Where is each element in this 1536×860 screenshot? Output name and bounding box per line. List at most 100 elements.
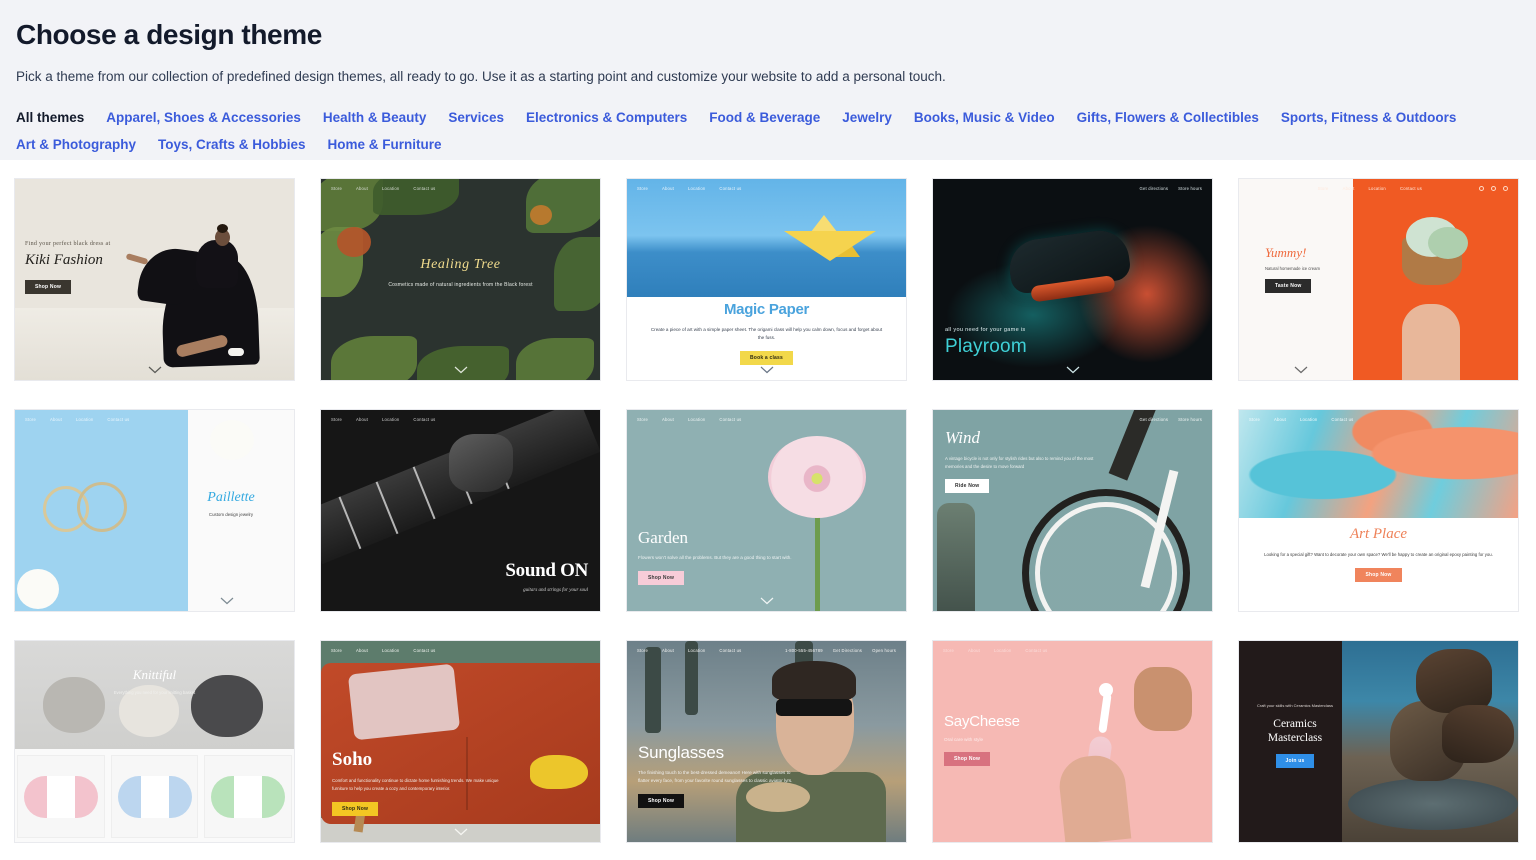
theme-card-wind[interactable]: Get directions Store hours Wind A vintag…: [932, 409, 1213, 612]
theme-copy: Yummy! Natural homemade ice cream Taste …: [1265, 245, 1357, 293]
theme-card-paillette[interactable]: Store About Location Contact us Paillett…: [14, 409, 295, 612]
theme-tagline: all you need for your game is: [945, 327, 1027, 333]
theme-name: SayCheese: [944, 713, 1084, 730]
theme-card-healing-tree[interactable]: Store About Location Contact us Healing …: [320, 178, 601, 381]
theme-card-knittiful[interactable]: Knittiful Everything you need for your k…: [14, 640, 295, 843]
pottery-wheel-shape: [1348, 778, 1518, 830]
theme-cta-button[interactable]: Shop Now: [332, 802, 378, 816]
nav-item-contact: Contact us: [413, 186, 435, 191]
nav-item-location: Location: [688, 648, 705, 653]
chevron-down-icon: [1066, 366, 1080, 374]
filter-food-beverage[interactable]: Food & Beverage: [709, 104, 820, 131]
theme-name: Playroom: [945, 336, 1027, 358]
filter-sports-fitness-outdoors[interactable]: Sports, Fitness & Outdoors: [1281, 104, 1457, 131]
nav-item-contact: Contact us: [413, 417, 435, 422]
theme-tagline: Cosmetics made of natural ingredients fr…: [321, 282, 600, 288]
theme-tagline: Oral care with style: [944, 737, 1084, 742]
theme-card-soho[interactable]: Store About Location Contact us Soho Com…: [320, 640, 601, 843]
earring-hoop-shape: [77, 482, 127, 532]
nav-item-store: Store: [943, 648, 954, 653]
foliage-shape: [417, 346, 509, 380]
filter-home-furniture[interactable]: Home & Furniture: [328, 131, 442, 158]
theme-copy: Healing Tree Cosmetics made of natural i…: [321, 257, 600, 288]
marble-art-background: [1239, 410, 1518, 518]
phone-icon: [1479, 186, 1484, 191]
nav-item-phone-number: 1-800-555-456789: [785, 648, 823, 653]
nav-item-contact: Contact us: [719, 186, 741, 191]
filter-books-music-video[interactable]: Books, Music & Video: [914, 104, 1055, 131]
theme-cta-button[interactable]: Join us: [1276, 754, 1315, 768]
theme-tagline: guitars and strings for your soul: [505, 588, 588, 593]
nav-item-contact: Contact us: [719, 648, 741, 653]
theme-name: Knittiful: [15, 667, 294, 683]
filter-art-photography[interactable]: Art & Photography: [16, 131, 136, 158]
nav-item-about: About: [662, 648, 674, 653]
product-tile[interactable]: [17, 755, 105, 838]
flower-stem-shape: [815, 515, 820, 611]
nav-item-store: Store: [1249, 417, 1260, 422]
theme-card-kiki-fashion[interactable]: Find your perfect black dress at Kiki Fa…: [14, 178, 295, 381]
product-tile[interactable]: [111, 755, 199, 838]
theme-card-magic-paper[interactable]: Store About Location Contact us Magic Pa…: [626, 178, 907, 381]
theme-card-yummy[interactable]: Store About Location Contact us Yummy! N…: [1238, 178, 1519, 381]
nav-item-location: Location: [76, 417, 93, 422]
theme-card-art-place[interactable]: Store About Location Contact us Art Plac…: [1238, 409, 1519, 612]
nav-item-location: Location: [688, 186, 705, 191]
theme-thumbnail: Store About Location Contact us Garden F…: [627, 410, 906, 611]
filter-all-themes[interactable]: All themes: [16, 104, 84, 131]
ice-cream-scoop-shape: [1428, 227, 1468, 259]
shoe-shape: [228, 348, 244, 356]
filter-toys-crafts-hobbies[interactable]: Toys, Crafts & Hobbies: [158, 131, 306, 158]
filter-services[interactable]: Services: [448, 104, 504, 131]
theme-cta-button[interactable]: Shop Now: [638, 571, 684, 585]
theme-cta-button[interactable]: Shop Now: [638, 794, 684, 808]
theme-name: Garden: [638, 528, 798, 548]
theme-card-garden[interactable]: Store About Location Contact us Garden F…: [626, 409, 907, 612]
filter-jewelry[interactable]: Jewelry: [842, 104, 892, 131]
nav-item-about: About: [1343, 186, 1355, 191]
theme-cta-button[interactable]: Taste Now: [1265, 279, 1311, 293]
filter-gifts-flowers-collectibles[interactable]: Gifts, Flowers & Collectibles: [1077, 104, 1259, 131]
theme-tagline: Custom design jewelry: [184, 512, 278, 517]
theme-name: Paillette: [184, 490, 278, 506]
theme-name: Sunglasses: [638, 743, 800, 763]
filter-health-beauty[interactable]: Health & Beauty: [323, 104, 427, 131]
chevron-down-icon: [760, 597, 774, 605]
theme-cta-button[interactable]: Shop Now: [944, 752, 990, 766]
yarn-skein-shape: [24, 776, 98, 818]
nav-item-about: About: [1274, 417, 1286, 422]
theme-copy: all you need for your game is Playroom: [945, 327, 1027, 358]
theme-card-sunglasses[interactable]: Store About Location Contact us 1-800-55…: [626, 640, 907, 843]
theme-tagline: Looking for a special gift? Want to deco…: [1261, 551, 1496, 559]
flower-shape: [210, 420, 254, 460]
nav-item-get-directions: Get directions: [1140, 186, 1169, 191]
theme-cta-button[interactable]: Shop Now: [25, 280, 71, 294]
theme-thumbnail: Craft your skills with Ceramics Mastercl…: [1239, 641, 1518, 842]
page-subtitle: Pick a theme from our collection of pred…: [16, 68, 1520, 86]
theme-copy: Sunglasses The finishing touch to the be…: [638, 743, 800, 808]
product-tile[interactable]: [204, 755, 292, 838]
filter-apparel-shoes-accessories[interactable]: Apparel, Shoes & Accessories: [106, 104, 301, 131]
theme-card-ceramics-masterclass[interactable]: Craft your skills with Ceramics Mastercl…: [1238, 640, 1519, 843]
theme-copy: Knittiful Everything you need for your k…: [15, 667, 294, 695]
theme-copy: Find your perfect black dress at Kiki Fa…: [25, 241, 110, 294]
nav-item-store: Store: [25, 417, 36, 422]
theme-card-saycheese[interactable]: Store About Location Contact us SayChees…: [932, 640, 1213, 843]
theme-nav: Store About Location Contact us: [331, 648, 435, 653]
brush-head-shape: [1099, 683, 1113, 697]
filter-electronics-computers[interactable]: Electronics & Computers: [526, 104, 687, 131]
nav-item-contact: Contact us: [1025, 648, 1047, 653]
foliage-shape: [373, 179, 459, 215]
theme-copy: Paillette Custom design jewelry: [184, 490, 278, 517]
nav-item-contact: Contact us: [107, 417, 129, 422]
theme-cta-button[interactable]: Shop Now: [1355, 568, 1401, 582]
theme-cta-button[interactable]: Ride Now: [945, 479, 989, 493]
theme-card-playroom[interactable]: Get directions Store hours all you need …: [932, 178, 1213, 381]
theme-cta-button[interactable]: Book a class: [740, 351, 793, 365]
theme-copy: Magic Paper Create a piece of art with a…: [627, 301, 906, 365]
chevron-down-icon: [454, 366, 468, 374]
theme-thumbnail: Get directions Store hours all you need …: [933, 179, 1212, 380]
nav-item-store: Store: [331, 186, 342, 191]
theme-card-sound-on[interactable]: Store About Location Contact us Sound ON…: [320, 409, 601, 612]
contact-icons: [1479, 186, 1508, 191]
